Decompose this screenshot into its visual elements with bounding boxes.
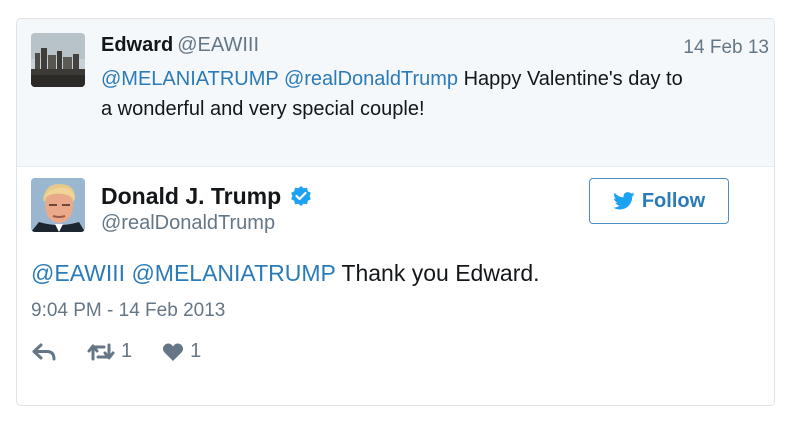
- parent-text-body-line2: a wonderful and very special couple!: [101, 98, 425, 120]
- parent-text-body: Happy Valentine's day to: [463, 68, 683, 90]
- heart-icon: [163, 342, 184, 361]
- retweet-icon: [87, 343, 115, 360]
- edward-avatar[interactable]: [31, 33, 85, 87]
- main-author: Donald J. Trump: [101, 183, 313, 210]
- parent-date[interactable]: 14 Feb 13: [683, 37, 769, 59]
- main-author-handle[interactable]: @realDonaldTrump: [101, 212, 275, 235]
- parent-author: Edward @EAWIII: [101, 34, 259, 57]
- parent-tweet-text: @MELANIATRUMP @realDonaldTrump Happy Val…: [101, 64, 731, 124]
- main-author-name[interactable]: Donald J. Trump: [101, 183, 281, 210]
- main-tweet-text: @EAWIII @MELANIATRUMP Thank you Edward.: [31, 260, 540, 287]
- like-button[interactable]: 1: [162, 340, 201, 363]
- twitter-bird-icon: [613, 192, 635, 210]
- like-count: 1: [190, 340, 202, 362]
- follow-label: Follow: [641, 189, 706, 212]
- retweet-count: 1: [121, 340, 133, 362]
- parent-author-name[interactable]: Edward: [101, 34, 173, 56]
- mention-link[interactable]: @MELANIATRUMP: [131, 260, 335, 286]
- reply-button[interactable]: [31, 342, 57, 362]
- main-text-body: Thank you Edward.: [341, 260, 540, 286]
- mention-link[interactable]: @MELANIATRUMP: [101, 68, 278, 90]
- parent-author-handle[interactable]: @EAWIII: [177, 34, 259, 56]
- tweet-timestamp[interactable]: 9:04 PM - 14 Feb 2013: [31, 300, 225, 322]
- retweet-button[interactable]: 1: [87, 340, 132, 363]
- tweet-actions: 1 1: [31, 340, 231, 363]
- verified-badge-icon: [291, 185, 311, 206]
- trump-avatar[interactable]: [31, 178, 85, 232]
- mention-link[interactable]: @realDonaldTrump: [284, 68, 458, 90]
- reply-icon: [32, 343, 56, 360]
- mention-link[interactable]: @EAWIII: [31, 260, 125, 286]
- follow-button[interactable]: Follow: [589, 178, 729, 224]
